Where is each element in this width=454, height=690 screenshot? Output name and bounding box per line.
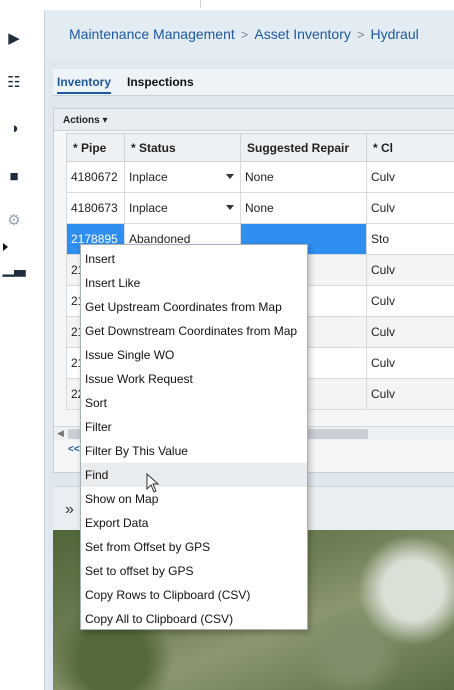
folder-icon[interactable]: ■ xyxy=(4,166,24,186)
menu-item-sort[interactable]: Sort xyxy=(81,391,307,415)
status-dropdown[interactable]: Inplace xyxy=(124,192,241,224)
menu-item-filter[interactable]: Filter xyxy=(81,415,307,439)
status-dropdown[interactable]: Inplace xyxy=(124,161,241,193)
column-header-suggested-repair[interactable]: Suggested Repair xyxy=(240,133,367,162)
status-value: Inplace xyxy=(129,201,168,215)
chart-icon[interactable]: ▁▃ xyxy=(2,258,25,278)
cell-cl[interactable]: Culv xyxy=(366,285,454,317)
table-icon[interactable]: ☷ xyxy=(4,72,24,92)
menu-item-export-data[interactable]: Export Data xyxy=(81,511,307,535)
gauge-icon[interactable]: ◑ xyxy=(4,118,24,138)
tab-bar: Inventory Inspections xyxy=(53,69,454,96)
cell-cl[interactable]: Culv xyxy=(366,347,454,379)
menu-item-issue-work-request[interactable]: Issue Work Request xyxy=(81,367,307,391)
cell-pipe[interactable]: 4180673 xyxy=(66,192,125,224)
breadcrumb-separator: > xyxy=(356,27,365,42)
breadcrumb: Maintenance Management > Asset Inventory > H… xyxy=(45,10,454,60)
cell-cl[interactable]: Culv xyxy=(366,378,454,410)
tab-inspections[interactable]: Inspections xyxy=(127,75,194,89)
table-row[interactable]: 4180673 Inplace None Culv xyxy=(66,192,454,224)
menu-item-insert-like[interactable]: Insert Like xyxy=(81,271,307,295)
left-toolbar: ▶ ☷ ◑ ■ ⚙ ▁▃ xyxy=(0,0,44,690)
breadcrumb-item[interactable]: Asset Inventory xyxy=(254,26,351,42)
status-value: Inplace xyxy=(129,170,168,184)
double-chevron-down-icon[interactable]: » xyxy=(65,501,74,519)
table-header-row: * Pipe * Status Suggested Repair * Cl xyxy=(66,133,454,162)
cell-cl[interactable]: Culv xyxy=(366,254,454,286)
mouse-cursor-icon xyxy=(146,473,160,493)
cell-pipe[interactable]: 4180672 xyxy=(66,161,125,193)
breadcrumb-separator: > xyxy=(240,27,249,42)
menu-item-copy-rows-csv[interactable]: Copy Rows to Clipboard (CSV) xyxy=(81,583,307,607)
menu-item-filter-by-value[interactable]: Filter By This Value xyxy=(81,439,307,463)
table-row[interactable]: 4180672 Inplace None Culv xyxy=(66,161,454,193)
chevron-down-icon[interactable] xyxy=(226,174,234,179)
menu-item-get-downstream-coordinates[interactable]: Get Downstream Coordinates from Map xyxy=(81,319,307,343)
cell-repair[interactable]: None xyxy=(240,192,367,224)
menu-item-insert[interactable]: Insert xyxy=(81,247,307,271)
context-menu: Insert Insert Like Get Upstream Coordina… xyxy=(80,244,308,630)
cell-cl[interactable]: Culv xyxy=(366,161,454,193)
menu-item-copy-all-csv[interactable]: Copy All to Clipboard (CSV) xyxy=(81,607,307,631)
menu-item-find[interactable]: Find xyxy=(81,463,307,487)
divider xyxy=(200,0,201,8)
menu-item-set-to-offset-gps[interactable]: Set to offset by GPS xyxy=(81,559,307,583)
scroll-left-icon[interactable]: ◀ xyxy=(57,428,64,439)
column-header-cl[interactable]: * Cl xyxy=(366,133,454,162)
pointer-icon[interactable]: ▶ xyxy=(4,28,24,48)
menu-item-issue-single-wo[interactable]: Issue Single WO xyxy=(81,343,307,367)
current-row-indicator xyxy=(3,243,8,251)
breadcrumb-item[interactable]: Maintenance Management xyxy=(69,26,235,42)
menu-item-set-from-offset-gps[interactable]: Set from Offset by GPS xyxy=(81,535,307,559)
column-header-status[interactable]: * Status xyxy=(124,133,241,162)
column-header-pipe[interactable]: * Pipe xyxy=(66,133,125,162)
tab-inventory[interactable]: Inventory xyxy=(57,75,112,94)
chevron-down-icon[interactable] xyxy=(226,205,234,210)
cell-cl[interactable]: Culv xyxy=(366,192,454,224)
breadcrumb-item[interactable]: Hydraul xyxy=(370,26,418,42)
gear-icon[interactable]: ⚙ xyxy=(4,210,24,230)
cell-cl[interactable]: Sto xyxy=(366,223,454,255)
actions-menu-button[interactable]: Actions ▾ xyxy=(54,109,454,131)
menu-item-show-on-map[interactable]: Show on Map xyxy=(81,487,307,511)
cell-repair[interactable]: None xyxy=(240,161,367,193)
menu-item-get-upstream-coordinates[interactable]: Get Upstream Coordinates from Map xyxy=(81,295,307,319)
cell-cl[interactable]: Culv xyxy=(366,316,454,348)
first-page-link[interactable]: << xyxy=(68,444,80,455)
